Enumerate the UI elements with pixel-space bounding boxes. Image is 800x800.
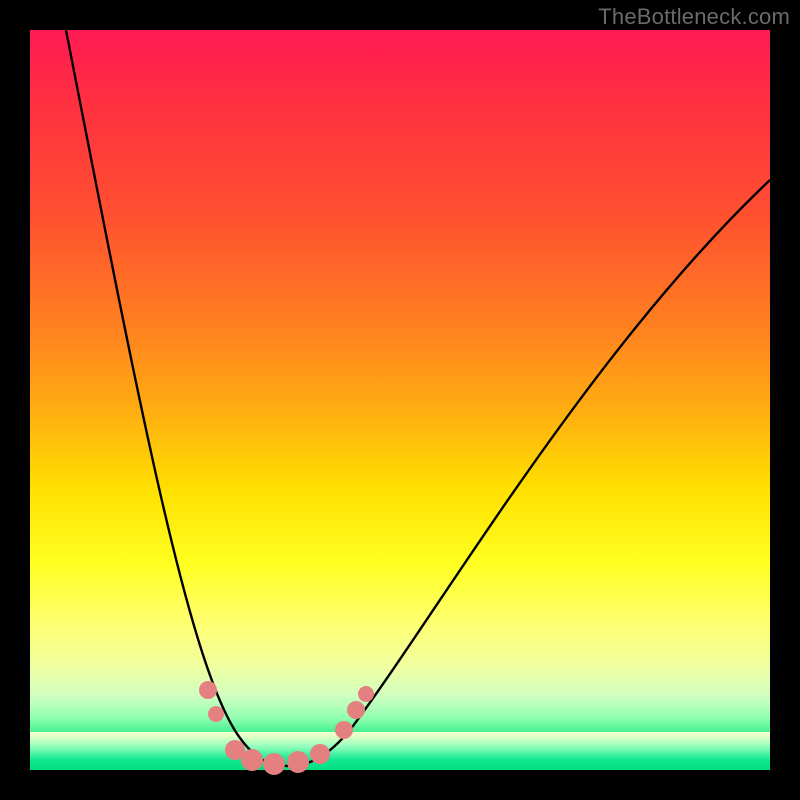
- data-marker: [241, 749, 263, 771]
- watermark: TheBottleneck.com: [598, 4, 790, 30]
- data-marker: [287, 751, 309, 773]
- data-marker: [347, 701, 365, 719]
- data-marker: [263, 753, 285, 775]
- data-marker: [310, 744, 330, 764]
- curve-layer: [30, 30, 770, 770]
- data-marker: [199, 681, 217, 699]
- data-marker: [358, 686, 374, 702]
- bottleneck-curve: [66, 30, 770, 766]
- marker-group: [199, 681, 374, 775]
- chart-frame: TheBottleneck.com: [0, 0, 800, 800]
- data-marker: [335, 721, 353, 739]
- data-marker: [208, 706, 224, 722]
